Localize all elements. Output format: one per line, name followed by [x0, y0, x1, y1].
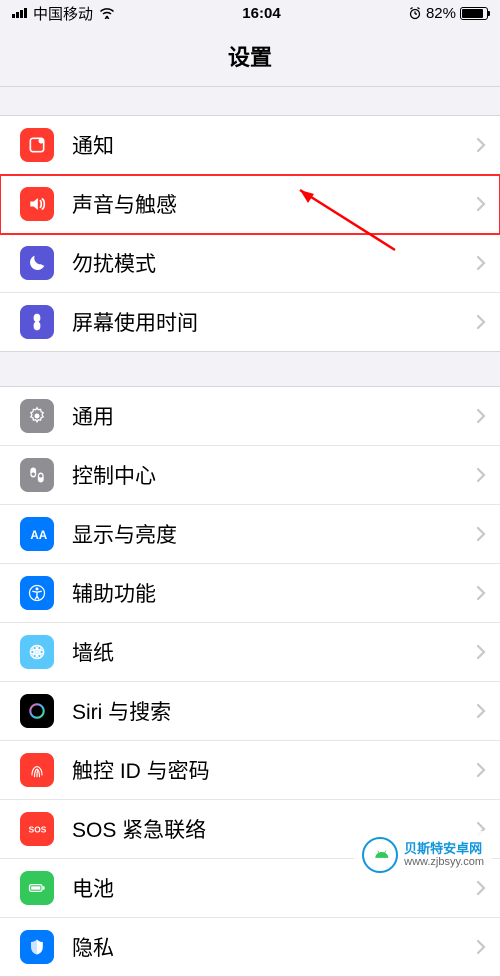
row-label: Siri 与搜索 [72, 696, 476, 726]
general-icon [20, 399, 54, 433]
row-label: 声音与触感 [72, 189, 476, 219]
status-right: 82% [408, 5, 488, 22]
chevron-right-icon [476, 408, 486, 424]
chevron-right-icon [476, 467, 486, 483]
settings-row-wallpaper[interactable]: 墙纸 [0, 623, 500, 682]
settings-row-notifications[interactable]: 通知 [0, 116, 500, 175]
chevron-right-icon [476, 585, 486, 601]
page-title: 设置 [0, 40, 500, 72]
chevron-right-icon [476, 703, 486, 719]
row-label: 屏幕使用时间 [72, 307, 476, 337]
row-label: 通用 [72, 401, 476, 431]
settings-row-control-center[interactable]: 控制中心 [0, 446, 500, 505]
settings-row-sounds[interactable]: 声音与触感 [0, 175, 500, 234]
chevron-right-icon [476, 526, 486, 542]
wallpaper-icon [20, 635, 54, 669]
chevron-right-icon [476, 880, 486, 896]
chevron-right-icon [476, 939, 486, 955]
row-label: 墙纸 [72, 637, 476, 667]
settings-row-dnd[interactable]: 勿扰模式 [0, 234, 500, 293]
watermark-logo-icon [362, 837, 398, 873]
status-bar: 中国移动 16:04 82% [0, 0, 500, 26]
battery-icon [460, 7, 488, 20]
signal-icon [12, 8, 27, 18]
settings-row-siri[interactable]: Siri 与搜索 [0, 682, 500, 741]
carrier-label: 中国移动 [33, 3, 93, 24]
chevron-right-icon [476, 644, 486, 660]
row-label: 辅助功能 [72, 578, 476, 608]
row-label: 触控 ID 与密码 [72, 755, 476, 785]
page-header: 设置 [0, 26, 500, 87]
privacy-icon [20, 930, 54, 964]
chevron-right-icon [476, 196, 486, 212]
dnd-icon [20, 246, 54, 280]
chevron-right-icon [476, 762, 486, 778]
settings-row-screentime[interactable]: 屏幕使用时间 [0, 293, 500, 352]
settings-row-general[interactable]: 通用 [0, 387, 500, 446]
row-label: 控制中心 [72, 460, 476, 490]
notifications-icon [20, 128, 54, 162]
row-label: 勿扰模式 [72, 248, 476, 278]
row-label: 通知 [72, 130, 476, 160]
battery-icon [20, 871, 54, 905]
settings-row-accessibility[interactable]: 辅助功能 [0, 564, 500, 623]
touchid-icon [20, 753, 54, 787]
row-label: 隐私 [72, 932, 476, 962]
sos-icon: SOS [20, 812, 54, 846]
watermark-brand: 贝斯特安卓网 [404, 841, 484, 857]
chevron-right-icon [476, 314, 486, 330]
control-center-icon [20, 458, 54, 492]
svg-text:AA: AA [30, 529, 47, 542]
chevron-right-icon [476, 137, 486, 153]
settings-row-display[interactable]: AA 显示与亮度 [0, 505, 500, 564]
status-time: 16:04 [242, 5, 280, 22]
sounds-icon [20, 187, 54, 221]
accessibility-icon [20, 576, 54, 610]
display-icon: AA [20, 517, 54, 551]
alarm-icon [408, 6, 422, 20]
siri-icon [20, 694, 54, 728]
screentime-icon [20, 305, 54, 339]
wifi-icon [99, 7, 115, 19]
svg-text:SOS: SOS [29, 824, 47, 834]
status-left: 中国移动 [12, 3, 115, 24]
row-label: 显示与亮度 [72, 519, 476, 549]
battery-percent: 82% [426, 5, 456, 22]
watermark: 贝斯特安卓网 www.zjbsyy.com [354, 831, 492, 879]
watermark-url: www.zjbsyy.com [404, 856, 484, 869]
settings-row-privacy[interactable]: 隐私 [0, 918, 500, 977]
settings-row-touchid[interactable]: 触控 ID 与密码 [0, 741, 500, 800]
chevron-right-icon [476, 255, 486, 271]
